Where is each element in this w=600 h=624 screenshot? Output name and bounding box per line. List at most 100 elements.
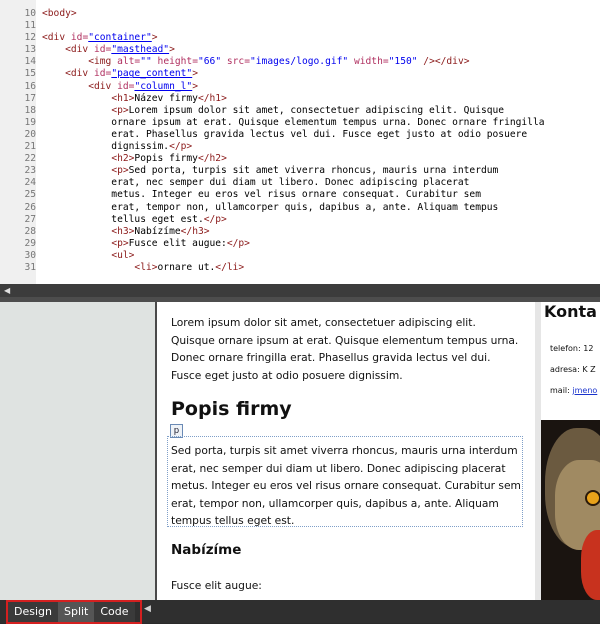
- code-line[interactable]: 24 erat, nec semper dui diam ut libero. …: [0, 177, 600, 189]
- heading-popis-firmy[interactable]: Popis firmy: [171, 398, 292, 420]
- code-token: <div: [65, 44, 94, 56]
- code-text[interactable]: <h2>Popis firmy</h2>: [42, 153, 227, 165]
- code-token: src=: [221, 56, 250, 68]
- contact-phone[interactable]: telefon: 12: [550, 344, 593, 353]
- code-line[interactable]: 29 <p>Fusce elit augue:</p>: [0, 238, 600, 250]
- line-number: 29: [24, 237, 36, 249]
- line-number: 18: [24, 104, 36, 116]
- code-line[interactable]: 22 <h2>Popis firmy</h2>: [0, 153, 600, 165]
- code-token: >: [192, 80, 198, 92]
- code-line[interactable]: 30 <ul>: [0, 250, 600, 262]
- code-token: <div: [42, 32, 71, 44]
- code-token: <ul>: [111, 249, 135, 261]
- code-text[interactable]: <p>Fusce elit augue:</p>: [42, 238, 250, 250]
- code-text[interactable]: erat, nec semper dui diam ut libero. Don…: [42, 177, 469, 189]
- code-text[interactable]: <div id="masthead">: [42, 44, 175, 56]
- code-token: <p>: [111, 165, 129, 177]
- code-text[interactable]: <p>Sed porta, turpis sit amet viverra rh…: [42, 165, 498, 177]
- code-text[interactable]: <ul>: [42, 250, 134, 262]
- fusce-paragraph[interactable]: Fusce elit augue:: [171, 579, 262, 592]
- code-token: Popis firmy: [134, 153, 198, 165]
- code-token: </h2>: [197, 153, 227, 165]
- code-text[interactable]: tellus eget est.</p>: [42, 214, 227, 226]
- code-token: id=: [94, 44, 112, 56]
- view-mode-switcher: Design Split Code: [6, 600, 142, 624]
- line-number: 10: [24, 8, 36, 19]
- status-bar: Design Split Code ◀: [0, 600, 600, 624]
- line-number: 27: [24, 213, 36, 225]
- code-line[interactable]: 31 <li>ornare ut.</li>: [0, 262, 600, 274]
- code-token: "column_l": [134, 80, 193, 92]
- split-view-button[interactable]: Split: [57, 602, 95, 622]
- contact-address[interactable]: adresa: K Z: [550, 365, 596, 374]
- line-number: 16: [24, 80, 36, 92]
- code-line[interactable]: 28 <h3>Nabízíme</h3>: [0, 226, 600, 238]
- code-text[interactable]: dignissim.</p>: [42, 141, 192, 153]
- code-token: </p>: [226, 237, 250, 249]
- code-line[interactable]: 16 <div id="column_l">: [0, 81, 600, 93]
- code-line[interactable]: 23 <p>Sed porta, turpis sit amet viverra…: [0, 165, 600, 177]
- code-text[interactable]: erat, tempor non, ullamcorper quis, dapi…: [42, 202, 498, 214]
- code-line[interactable]: 20 erat. Phasellus gravida lectus vel du…: [0, 129, 600, 141]
- code-line[interactable]: 10 <body>: [0, 8, 600, 20]
- code-text[interactable]: <body>: [42, 8, 77, 20]
- intro-paragraph[interactable]: Lorem ipsum dolor sit amet, consectetuer…: [171, 314, 521, 384]
- code-line[interactable]: 17 <h1>Název firmy</h1>: [0, 93, 600, 105]
- contact-heading[interactable]: Konta: [544, 302, 597, 321]
- code-token: >: [192, 68, 198, 80]
- code-line[interactable]: 11: [0, 20, 600, 32]
- code-text[interactable]: erat. Phasellus gravida lectus vel dui. …: [42, 129, 527, 141]
- code-text[interactable]: <img alt="" height="66" src="images/logo…: [42, 56, 469, 68]
- code-text[interactable]: ornare ipsum at erat. Quisque elementum …: [42, 117, 544, 129]
- code-token: erat, tempor non, ullamcorper quis, dapi…: [42, 201, 499, 213]
- code-token: id=: [70, 32, 89, 44]
- design-view-button[interactable]: Design: [8, 602, 58, 622]
- code-text[interactable]: <h1>Název firmy</h1>: [42, 93, 227, 105]
- code-view-button[interactable]: Code: [94, 602, 135, 622]
- code-line[interactable]: 19 ornare ipsum at erat. Quisque element…: [0, 117, 600, 129]
- code-text[interactable]: <p>Lorem ipsum dolor sit amet, consectet…: [42, 105, 504, 117]
- code-line[interactable]: 26 erat, tempor non, ullamcorper quis, d…: [0, 202, 600, 214]
- collapse-arrow-icon[interactable]: ◀: [144, 604, 151, 614]
- code-token: <body>: [42, 8, 77, 19]
- code-line[interactable]: 25 metus. Integer eu eros vel risus orna…: [0, 189, 600, 201]
- code-token: "masthead": [111, 44, 170, 56]
- code-line[interactable]: 14 <img alt="" height="66" src="images/l…: [0, 56, 600, 68]
- code-text[interactable]: <li>ornare ut.</li>: [42, 262, 244, 274]
- scroll-left-icon[interactable]: ◀: [4, 286, 10, 295]
- code-token: </li>: [215, 261, 245, 273]
- code-line[interactable]: 21 dignissim.</p>: [0, 141, 600, 153]
- code-token: <img: [88, 56, 118, 68]
- line-number: 11: [24, 20, 36, 32]
- line-number: 21: [24, 141, 36, 153]
- code-text[interactable]: <div id="page_content">: [42, 68, 198, 80]
- design-view[interactable]: Lorem ipsum dolor sit amet, consectetuer…: [0, 302, 600, 600]
- code-token: Název firmy: [134, 92, 198, 104]
- code-horizontal-scrollbar[interactable]: ◀: [0, 284, 600, 297]
- code-token: Sed porta, turpis sit amet viverra rhonc…: [128, 165, 499, 177]
- contact-column[interactable]: Konta telefon: 12 adresa: K Z mail: jmen…: [541, 302, 600, 600]
- code-text[interactable]: <div id="container">: [42, 32, 158, 44]
- contact-mail[interactable]: mail: jmeno: [550, 386, 597, 395]
- code-line[interactable]: 12 <div id="container">: [0, 32, 600, 44]
- code-lines[interactable]: 10 <body> 11 12 <div id="container"> 13 <div …: [0, 8, 600, 274]
- code-text[interactable]: <h3>Nabízíme</h3>: [42, 226, 209, 238]
- code-token: <div: [88, 80, 118, 92]
- code-text[interactable]: <div id="column_l">: [42, 81, 198, 93]
- code-line[interactable]: 13 <div id="masthead">: [0, 44, 600, 56]
- selected-paragraph[interactable]: Sed porta, turpis sit amet viverra rhonc…: [171, 442, 521, 530]
- code-token: <p>: [111, 104, 129, 116]
- main-column[interactable]: Lorem ipsum dolor sit amet, consectetuer…: [157, 302, 535, 600]
- code-line[interactable]: 15 <div id="page_content">: [0, 68, 600, 80]
- code-text[interactable]: metus. Integer eu eros vel risus ornare …: [42, 189, 481, 201]
- code-token: <h1>: [111, 92, 135, 104]
- code-view[interactable]: 10 <body> 11 12 <div id="container"> 13 <div …: [0, 0, 600, 284]
- mail-label: mail:: [550, 386, 573, 395]
- mail-link[interactable]: jmeno: [572, 386, 597, 395]
- heading-nabizime[interactable]: Nabízíme: [171, 542, 241, 558]
- code-line[interactable]: 27 tellus eget est.</p>: [0, 214, 600, 226]
- code-line[interactable]: 18 <p>Lorem ipsum dolor sit amet, consec…: [0, 105, 600, 117]
